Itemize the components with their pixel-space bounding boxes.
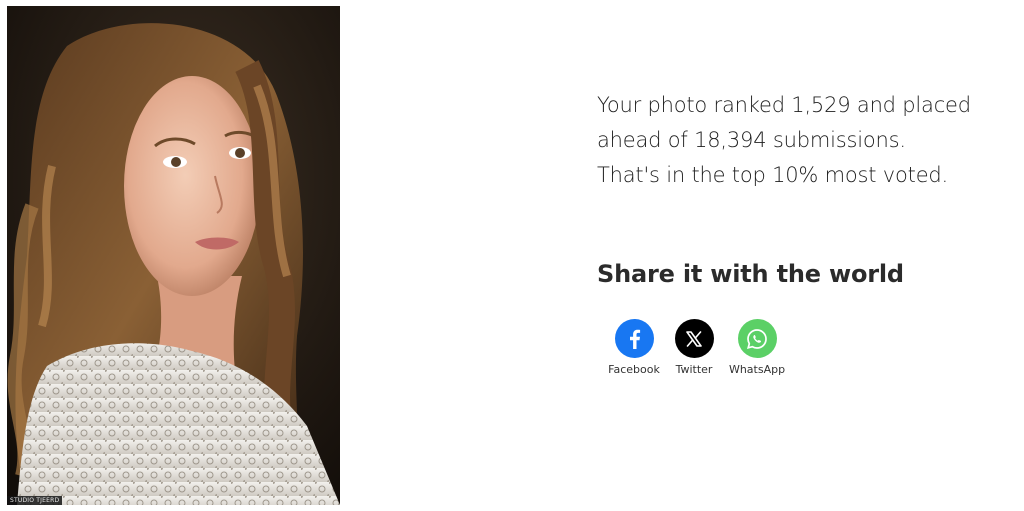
share-twitter-button[interactable]: Twitter — [668, 319, 720, 377]
share-whatsapp-button[interactable]: WhatsApp — [724, 319, 790, 377]
x-icon[interactable] — [674, 319, 714, 358]
page: STUDIO TJEERD Your photo ranked 1,529 an… — [0, 0, 1024, 511]
share-facebook-button[interactable]: Facebook — [604, 319, 664, 377]
whatsapp-icon[interactable] — [737, 319, 777, 358]
whatsapp-label[interactable]: WhatsApp — [729, 363, 785, 377]
facebook-icon[interactable] — [614, 319, 654, 358]
ranking-line-3: That's in the top 10% most voted. — [597, 163, 949, 187]
submission-photo: STUDIO TJEERD — [7, 6, 340, 505]
ranking-line-2: ahead of 18,394 submissions. — [597, 128, 906, 152]
share-heading: Share it with the world — [597, 260, 904, 288]
photo-watermark: STUDIO TJEERD — [7, 496, 63, 505]
share-buttons: Facebook Twitter WhatsApp — [604, 319, 794, 377]
ranking-line-1: Your photo ranked 1,529 and placed — [597, 93, 971, 117]
portrait-image — [7, 6, 340, 505]
twitter-label[interactable]: Twitter — [676, 363, 713, 377]
ranking-summary: Your photo ranked 1,529 and placed ahead… — [597, 88, 1017, 193]
facebook-label[interactable]: Facebook — [608, 363, 660, 377]
